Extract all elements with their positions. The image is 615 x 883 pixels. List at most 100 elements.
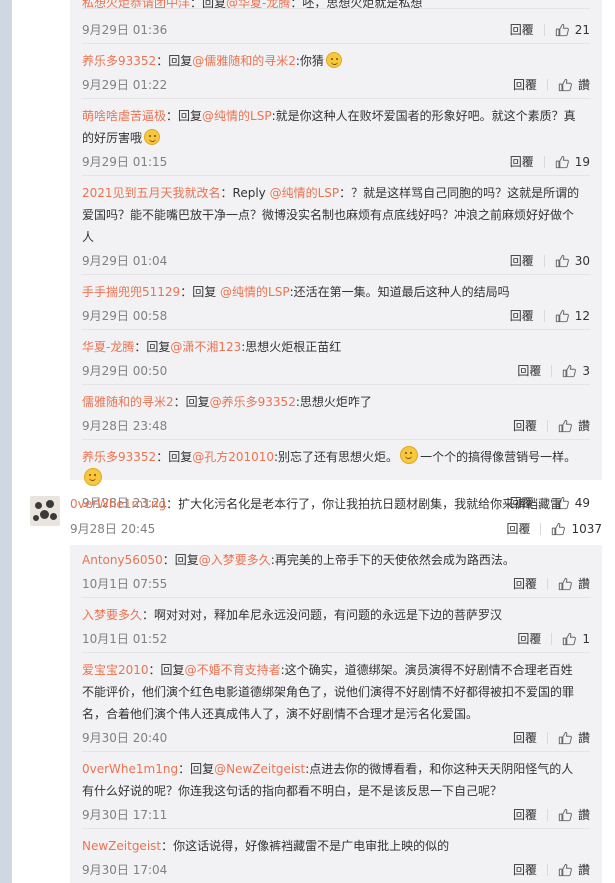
like-button[interactable]: 19 bbox=[555, 149, 590, 175]
mention-link[interactable]: @纯情的LSP bbox=[220, 285, 290, 299]
reply-prefix: ：回复 bbox=[162, 553, 199, 567]
main-comment-like-button[interactable]: 1037 bbox=[551, 516, 602, 542]
reply-item-cropped: 私想火炬恭请团中洋：回复@华夏-龙腾：呸，思想火炬就是私想 bbox=[70, 0, 602, 10]
reply-username[interactable]: 0verWhe1m1ng bbox=[82, 762, 178, 776]
like-button[interactable]: 讚 bbox=[558, 571, 590, 597]
reply-time: 9月30日 20:40 bbox=[82, 731, 168, 745]
reply-button[interactable]: 回覆 bbox=[510, 17, 534, 43]
divider bbox=[540, 523, 542, 535]
reply-prefix: ：啊对对对，释加牟尼永远没问题，有问题的永远是下边的菩萨罗汉 bbox=[142, 608, 503, 622]
reply-time: 10月1日 01:52 bbox=[82, 632, 168, 646]
reply-meta: 9月30日 20:40 回覆 讚 bbox=[82, 725, 590, 751]
divider bbox=[543, 156, 545, 168]
reply-text: 华夏-龙腾：回复@潇不湘123:思想火炬根正苗红 bbox=[82, 336, 590, 358]
mention-link[interactable]: @不婚不育支持者 bbox=[185, 663, 281, 677]
reply-prefix: ：回复 bbox=[156, 450, 193, 464]
reply-username[interactable]: 儒雅随和的寻米2 bbox=[82, 395, 174, 409]
reply-time: 9月30日 17:04 bbox=[82, 863, 168, 877]
reply-username[interactable]: 手手揣兜兜51129 bbox=[82, 285, 180, 299]
thumbs-up-icon bbox=[555, 254, 569, 268]
main-comment-username[interactable]: 0verWhe1m1ng bbox=[70, 497, 166, 511]
reply-meta: 9月29日 00:58 回覆 12 bbox=[82, 303, 590, 329]
like-button[interactable]: 1 bbox=[562, 626, 590, 652]
reply-username[interactable]: 萌啥啥虐苦逼极 bbox=[82, 109, 166, 123]
like-button[interactable]: 讚 bbox=[558, 413, 590, 439]
reply-meta: 9月29日 01:15 回覆 19 bbox=[82, 149, 590, 175]
reply-meta: 9月29日 00:50 回覆 3 bbox=[82, 358, 590, 384]
reply-text: 爱宝宝2010：回复@不婚不育支持者:这个确实，道德绑架。演员演得不好剧情不合理… bbox=[82, 659, 590, 725]
emoji-icon bbox=[325, 52, 342, 68]
like-button[interactable]: 21 bbox=[555, 17, 590, 43]
like-button[interactable]: 讚 bbox=[558, 857, 590, 883]
like-button[interactable]: 12 bbox=[555, 303, 590, 329]
mention-link[interactable]: @儒雅随和的寻米2 bbox=[192, 54, 296, 68]
reply-item: NewZeitgeist：你这话说得，好像裤裆藏雷不是广电审批上映的似的 9月30… bbox=[70, 828, 602, 883]
like-count: 1037 bbox=[571, 522, 602, 536]
reply-username[interactable]: 2021见到五月天我就改名 bbox=[82, 186, 221, 200]
like-count: 3 bbox=[582, 364, 590, 378]
mention-link[interactable]: @潇不湘123 bbox=[170, 340, 241, 354]
like-count: 讚 bbox=[577, 419, 590, 433]
reply-button[interactable]: 回覆 bbox=[510, 149, 534, 175]
avatar[interactable] bbox=[30, 496, 60, 526]
reply-content: :别忘了还有思想火炬。 bbox=[274, 450, 399, 464]
like-count: 讚 bbox=[577, 808, 590, 822]
divider bbox=[546, 732, 548, 744]
mention-link[interactable]: @纯情的LSP bbox=[270, 186, 340, 200]
reply-text: 入梦要多久：啊对对对，释加牟尼永远没问题，有问题的永远是下边的菩萨罗汉 bbox=[82, 604, 590, 626]
reply-username[interactable]: 华夏-龙腾 bbox=[82, 340, 134, 354]
mention-link[interactable]: @纯情的LSP bbox=[202, 109, 272, 123]
mention-link[interactable]: @NewZeitgeist bbox=[214, 762, 305, 776]
reply-item: Antony56050：回复@入梦要多久:再完美的上帝手下的天使依然会成为路西法… bbox=[70, 545, 602, 597]
divider bbox=[546, 79, 548, 91]
thumbs-up-icon bbox=[563, 364, 577, 378]
reply-button[interactable]: 回覆 bbox=[513, 725, 537, 751]
reply-meta: 9月29日 01:22 回覆 讚 bbox=[82, 72, 590, 98]
mention-link[interactable]: @养乐多93352 bbox=[210, 395, 296, 409]
like-button[interactable]: 3 bbox=[562, 358, 590, 384]
like-button[interactable]: 讚 bbox=[558, 72, 590, 98]
reply-username[interactable]: 爱宝宝2010 bbox=[82, 663, 149, 677]
reply-button[interactable]: 回覆 bbox=[510, 303, 534, 329]
reply-button[interactable]: 回覆 bbox=[517, 626, 541, 652]
mention-link[interactable]: @孔方201010 bbox=[192, 450, 274, 464]
thumbs-up-icon bbox=[558, 577, 572, 591]
reply-username[interactable]: NewZeitgeist bbox=[82, 839, 161, 853]
reply-meta: 9月30日 17:04 回覆 讚 bbox=[82, 857, 590, 883]
mention-link[interactable]: @入梦要多久 bbox=[199, 553, 271, 567]
reply-button[interactable]: 回覆 bbox=[513, 72, 537, 98]
like-count: 讚 bbox=[577, 731, 590, 745]
reply-meta: 10月1日 01:52 回覆 1 bbox=[82, 626, 590, 652]
main-comment-reply-button[interactable]: 回覆 bbox=[506, 516, 530, 542]
like-button[interactable]: 30 bbox=[555, 248, 590, 274]
reply-prefix: ：回复 bbox=[148, 663, 185, 677]
reply-button[interactable]: 回覆 bbox=[517, 358, 541, 384]
divider bbox=[546, 864, 548, 876]
reply-button[interactable]: 回覆 bbox=[513, 857, 537, 883]
reply-item: 0verWhe1m1ng：回复@NewZeitgeist:点进去你的微博看看，和… bbox=[70, 751, 602, 828]
reply-content: :思想火炬咋了 bbox=[295, 395, 372, 409]
reply-item: 手手揣兜兜51129：回复 @纯情的LSP:还活在第一集。知道最后这种人的结局吗… bbox=[70, 274, 602, 329]
reply-item: 2021见到五月天我就改名：Reply @纯情的LSP：？就是这样骂自己同胞的吗… bbox=[70, 175, 602, 274]
reply-time: 9月30日 17:11 bbox=[82, 808, 168, 822]
like-count: 21 bbox=[574, 23, 590, 37]
reply-username[interactable]: 入梦要多久 bbox=[82, 608, 142, 622]
reply-button[interactable]: 回覆 bbox=[513, 413, 537, 439]
reply-button[interactable]: 回覆 bbox=[510, 248, 534, 274]
reply-prefix: ：回复 bbox=[134, 340, 171, 354]
reply-button[interactable]: 回覆 bbox=[513, 802, 537, 828]
smile-emoji-icon bbox=[84, 468, 102, 486]
reply-button[interactable]: 回覆 bbox=[513, 571, 537, 597]
reply-item: 9月29日 01:36 回覆 21 bbox=[70, 8, 602, 43]
reply-username[interactable]: 养乐多93352 bbox=[82, 450, 156, 464]
like-button[interactable]: 讚 bbox=[558, 725, 590, 751]
reply-prefix: ：回复 bbox=[180, 285, 221, 299]
thumbs-up-icon bbox=[563, 632, 577, 646]
reply-text: 养乐多93352：回复@孔方201010:别忘了还有思想火炬。 一个个的搞得像营销… bbox=[82, 446, 590, 490]
like-button[interactable]: 讚 bbox=[558, 802, 590, 828]
reply-time: 9月29日 00:50 bbox=[82, 364, 168, 378]
reply-username[interactable]: Antony56050 bbox=[82, 553, 163, 567]
reply-time: 9月29日 01:22 bbox=[82, 78, 168, 92]
reply-username[interactable]: 养乐多93352 bbox=[82, 54, 156, 68]
reply-text: 萌啥啥虐苦逼极：回复@纯情的LSP:就是你这种人在败坏爱国者的形象好吧。就这个素… bbox=[82, 105, 590, 149]
